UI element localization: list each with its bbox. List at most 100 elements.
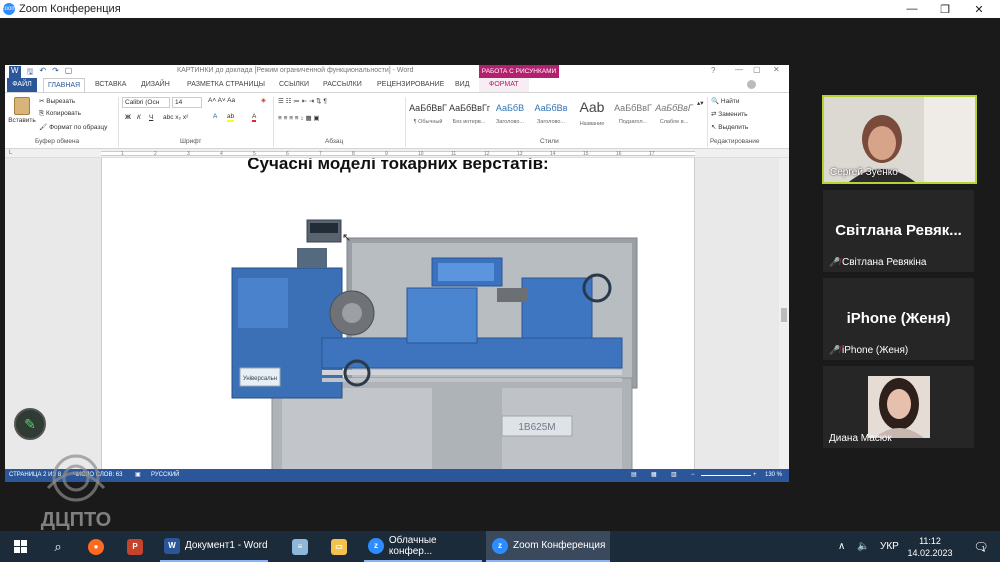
watermark-text: ДЦПТО [41,509,112,531]
tab-review[interactable]: РЕЦЕНЗИРОВАНИЕ [377,78,444,92]
lathe-machine-image[interactable]: Універсальн 1В625М [202,218,642,469]
cut-button[interactable]: ✂ Вырезать [39,97,75,105]
participant-tile[interactable]: iPhone (Женя) 🎤̸ iPhone (Женя) [823,278,974,360]
font-size-select[interactable]: 14 [172,97,202,108]
tray-chevron-icon[interactable]: ∧ [838,531,845,562]
tab-selector-icon[interactable]: L [9,150,12,156]
file-explorer-icon[interactable]: ▭ [327,531,351,562]
text-effects-icon[interactable]: A [213,113,217,120]
font-name-select[interactable]: Calibri (Осн [122,97,170,108]
brush-icon: 🖌 [39,124,50,131]
taskbar-zoom-meeting[interactable]: z Zoom Конференция [486,531,610,562]
language-indicator[interactable]: РУССКИЙ [151,469,179,482]
style-no-spacing[interactable]: АаБбВвГг Без интерв... [449,99,490,129]
minimize-button[interactable]: — [895,0,929,18]
ribbon-separator [405,97,406,147]
ribbon-tabs: ФАЙЛ ГЛАВНАЯ ВСТАВКА ДИЗАЙН РАЗМЕТКА СТР… [5,78,789,92]
tab-home[interactable]: ГЛАВНАЯ [43,78,86,92]
ruler-mark: 16 [616,151,622,157]
select-button[interactable]: ↖ Выделить [711,123,748,131]
clear-format-icon[interactable]: ◈ [261,96,266,104]
scrollbar-thumb[interactable] [781,308,787,322]
document-area[interactable]: Сучасні моделі токарних верстатів: Уніве… [5,158,779,469]
grow-font-icon[interactable]: A˄ A˅ Aa [208,97,235,104]
clock[interactable]: 11:12 14.02.2023 [905,531,955,562]
bullets-icon[interactable]: ☰ ☷ ≔ ⇤ ⇥ ⇅ ¶ [278,97,327,105]
copy-button[interactable]: ⎘ Копировать [39,110,81,118]
paste-button[interactable]: Вставить [8,97,36,124]
format-painter-button[interactable]: 🖌 Формат по образцу [39,123,107,131]
vertical-scrollbar[interactable] [779,158,789,469]
participant-name: Диана Масюк [829,433,892,444]
document-heading: Сучасні моделі токарних верстатів: [247,158,549,173]
ruler-mark: 4 [220,151,223,157]
document-page[interactable]: Сучасні моделі токарних верстатів: Уніве… [101,158,695,469]
ruler-mark: 17 [649,151,655,157]
taskbar-zoom-cloud[interactable]: z Облачные конфер... [364,531,482,562]
tab-layout[interactable]: РАЗМЕТКА СТРАНИЦЫ [187,78,265,92]
paragraph-group-label: Абзац [325,138,344,145]
volume-icon[interactable]: 🔈 [857,531,869,562]
annotate-pen-button[interactable]: ✎ [14,408,46,440]
pen-icon: ✎ [24,415,36,432]
taskbar-word[interactable]: W Документ1 - Word [160,531,268,562]
style-normal[interactable]: АаБбВвГ ¶ Обычный [408,99,448,129]
participant-tile[interactable]: Диана Масюк [823,366,974,448]
style-title[interactable]: Aab Название [572,99,612,129]
styles-group-label: Стили [540,138,559,145]
clock-time: 11:12 [919,535,941,546]
tab-file[interactable]: ФАЙЛ [7,78,37,92]
web-layout-icon[interactable]: ▥ [671,469,677,482]
powerpoint-icon[interactable]: P [123,531,147,562]
style-subtitle[interactable]: АаБбВвГ Подзагол... [613,99,653,129]
highlight-icon[interactable]: ab [227,113,235,122]
windows-taskbar: ⌕ ● P W Документ1 - Word ≡ ▭ z Облачные … [0,531,1000,562]
zoom-slider[interactable] [701,475,751,476]
language-indicator-tray[interactable]: УКР [880,531,899,562]
tab-mailings[interactable]: РАССЫЛКИ [323,78,362,92]
tab-design[interactable]: ДИЗАЙН [141,78,170,92]
zoom-out-button[interactable]: − [691,469,695,482]
bold-button[interactable]: Ж [125,114,131,121]
search-icon[interactable]: ⌕ [46,531,70,562]
zoom-level[interactable]: 130 % [765,469,782,482]
user-avatar[interactable] [747,80,756,89]
font-color-icon[interactable]: A [252,113,257,122]
print-layout-icon[interactable]: ▦ [651,469,657,482]
notification-center-button[interactable]: 🗨 1 [968,531,994,562]
align-icons[interactable]: ≡ ≡ ≡ ≡ ↕ ▦ ▣ [278,114,320,122]
notification-count: 1 [981,545,986,553]
search-icon: 🔍 [711,98,721,105]
tab-format[interactable]: ФОРМАТ [479,78,529,92]
start-button[interactable] [8,531,32,562]
clipboard-group-label: Буфер обмена [35,138,80,145]
maximize-button[interactable]: ❐ [928,0,962,18]
notepad-icon[interactable]: ≡ [288,531,312,562]
ribbon-separator [118,97,119,147]
horizontal-ruler[interactable]: L 1 2 3 4 5 6 7 8 9 10 11 12 13 14 15 16 17 [5,149,789,158]
tab-view[interactable]: ВИД [455,78,469,92]
zoom-in-button[interactable]: + [753,469,757,482]
firefox-icon[interactable]: ● [84,531,108,562]
ruler-track: 1 2 3 4 5 6 7 8 9 10 11 12 13 14 15 16 17 [101,151,695,157]
style-heading1[interactable]: АаБбВ Заголово... [490,99,530,129]
italic-button[interactable]: К [137,114,141,121]
tab-references[interactable]: ССЫЛКИ [279,78,309,92]
close-button[interactable]: ✕ [962,0,996,18]
find-button[interactable]: 🔍 Найти [711,97,739,105]
word-minimize-icon[interactable]: — [735,65,743,74]
underline-button[interactable]: Ч [149,114,153,121]
strikethrough-icon[interactable]: abc x₂ x² [163,114,188,121]
style-subtle-emphasis[interactable]: АаБбВвГ Слабое в... [654,99,694,129]
style-heading2[interactable]: АаБбВв Заголово... [531,99,571,129]
proofing-icon[interactable]: ▣ [135,469,141,482]
read-mode-icon[interactable]: ▤ [631,469,637,482]
word-restore-icon[interactable]: ▢ [753,65,761,74]
word-close-icon[interactable]: ✕ [773,65,780,74]
participant-tile[interactable]: Світлана Ревяк... 🎤̸ Світлана Ревякіна [823,190,974,272]
tab-insert[interactable]: ВСТАВКА [95,78,126,92]
help-icon[interactable]: ? [711,66,715,75]
participant-tile-active-speaker[interactable]: Сергей Зуенко [822,95,977,184]
replace-button[interactable]: ⇄ Заменить [711,110,747,118]
styles-more-icon[interactable]: ▴▾ [697,99,704,107]
